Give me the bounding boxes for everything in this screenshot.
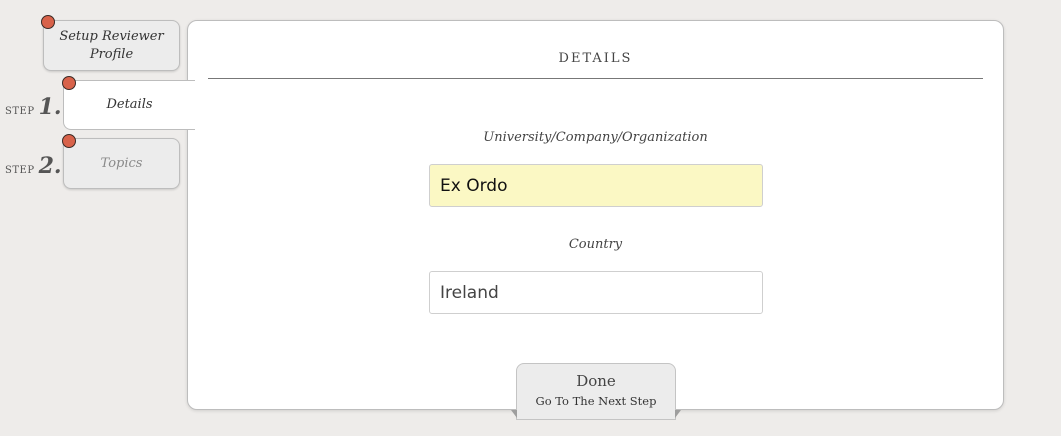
done-button-subtitle: Go To The Next Step (535, 394, 657, 408)
step-2-word: STEP (5, 165, 35, 176)
details-panel: DETAILS University/Company/Organization … (187, 20, 1004, 410)
step-1-word: STEP (5, 106, 35, 117)
button-notch-right (675, 410, 681, 418)
done-button-title: Done (576, 372, 616, 390)
country-label: Country (568, 237, 623, 252)
tab-details[interactable]: Details (63, 80, 195, 130)
step-2-indicator: STEP 2. (5, 153, 62, 179)
panel-title: DETAILS (558, 51, 633, 66)
organization-label: University/Company/Organization (483, 130, 708, 145)
title-divider (208, 78, 983, 79)
tab-details-label: Details (106, 97, 153, 112)
status-dot-icon (41, 15, 55, 29)
country-input[interactable] (429, 271, 763, 314)
step-1-indicator: STEP 1. (5, 94, 62, 120)
tab-topics-label: Topics (100, 155, 143, 171)
button-notch-left (511, 410, 517, 418)
organization-input[interactable] (429, 164, 763, 207)
tab-setup-reviewer-profile[interactable]: Setup Reviewer Profile (43, 20, 180, 71)
status-dot-icon (62, 76, 76, 90)
tab-setup-label: Setup Reviewer Profile (59, 28, 164, 62)
tab-topics[interactable]: Topics (63, 138, 180, 189)
step-1-number: 1. (38, 94, 62, 120)
status-dot-icon (62, 134, 76, 148)
done-button[interactable]: Done Go To The Next Step (516, 363, 676, 420)
step-2-number: 2. (38, 153, 62, 179)
